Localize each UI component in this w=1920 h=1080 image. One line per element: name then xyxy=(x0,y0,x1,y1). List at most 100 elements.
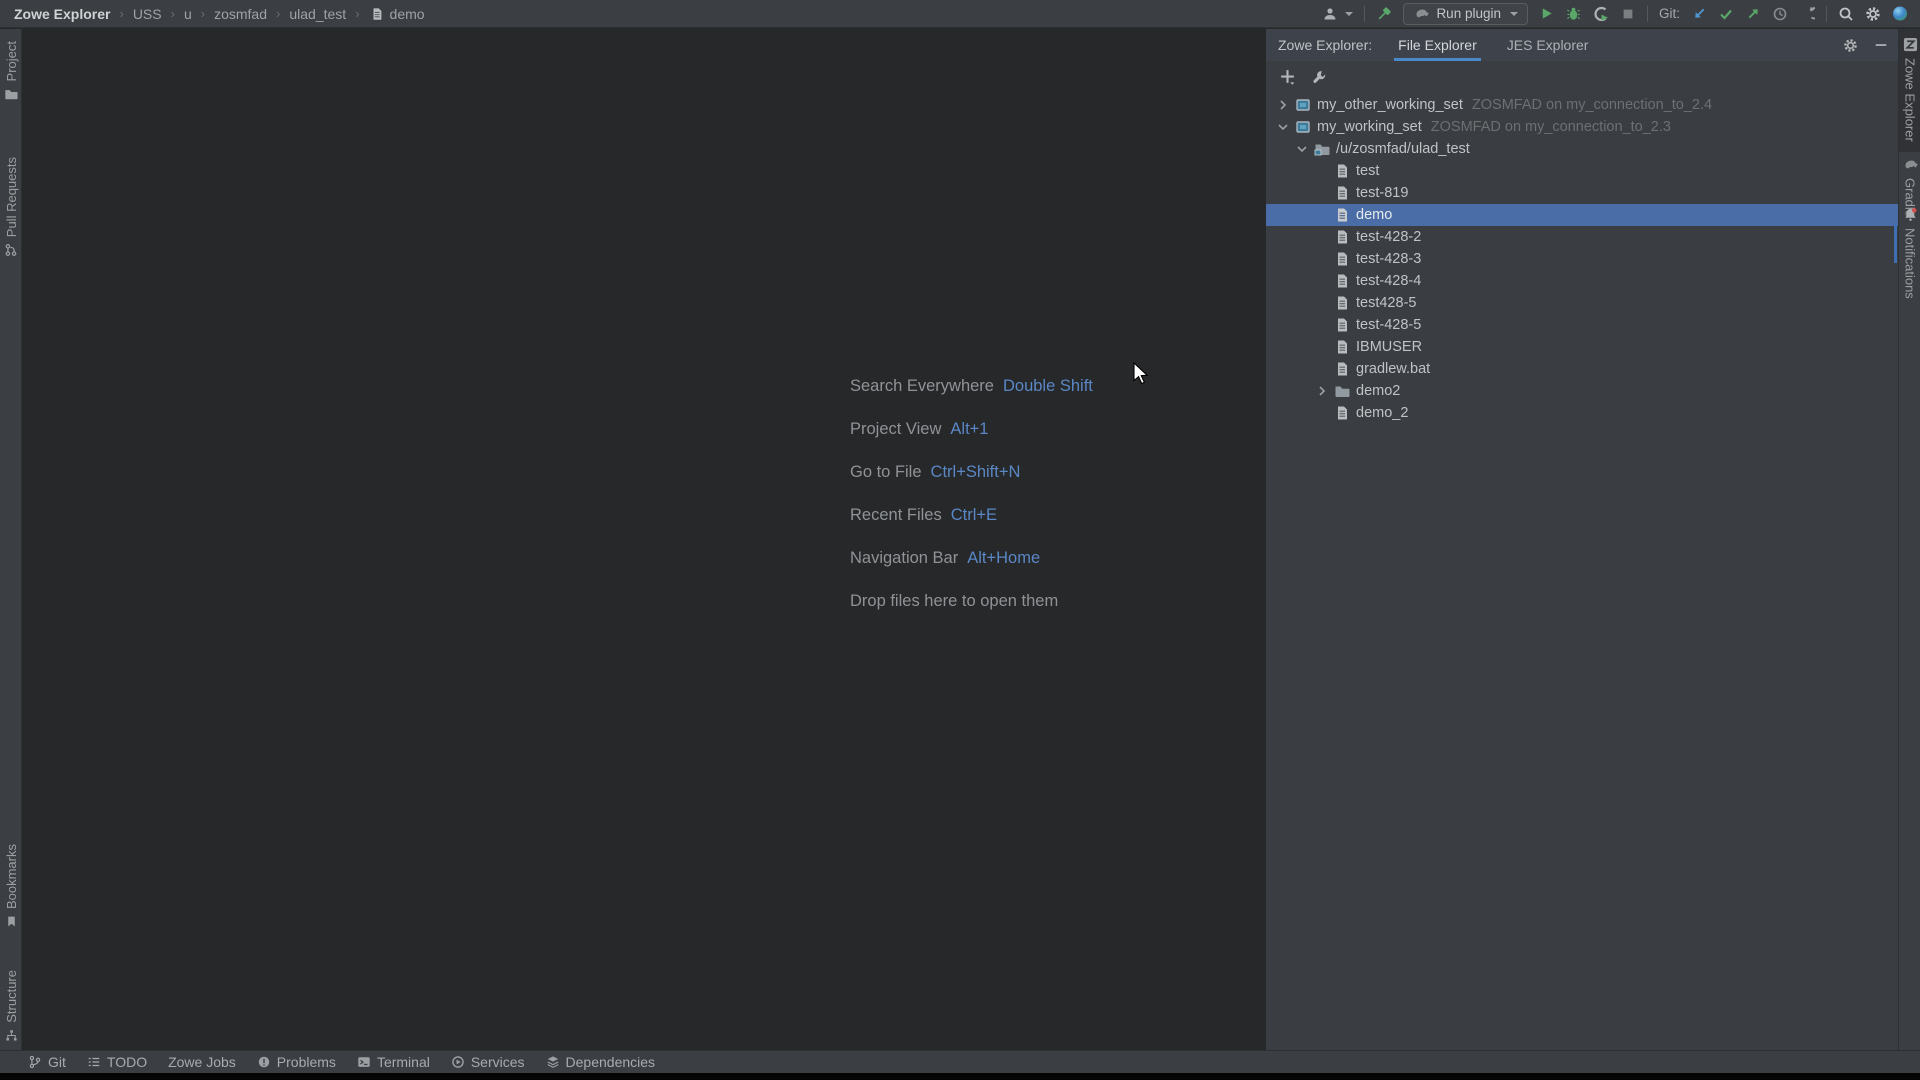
stripe-button-bookmarks[interactable]: Bookmarks xyxy=(0,844,22,928)
stripe-button-pull-requests[interactable]: Pull Requests xyxy=(0,157,22,257)
structure-icon xyxy=(5,1029,18,1042)
breadcrumb-item-file[interactable]: demo xyxy=(369,6,425,22)
profiler-icon[interactable] xyxy=(1593,6,1609,22)
add-icon[interactable] xyxy=(1279,68,1296,85)
tree-row[interactable]: test-428-2 xyxy=(1266,226,1898,248)
chevron-placeholder xyxy=(1313,251,1330,267)
tree-row[interactable]: test-428-3 xyxy=(1266,248,1898,270)
services-icon xyxy=(451,1055,465,1069)
file-icon xyxy=(1334,361,1350,377)
run-configuration-label: Run plugin xyxy=(1436,6,1501,21)
build-hammer-icon[interactable] xyxy=(1376,6,1392,22)
breadcrumb-item[interactable]: u xyxy=(184,6,192,22)
toolwindow-button-terminal[interactable]: Terminal xyxy=(357,1054,430,1070)
breadcrumb-item[interactable]: USS xyxy=(133,6,162,22)
tree-row[interactable]: IBMUSER xyxy=(1266,336,1898,358)
panel-settings-gear-icon[interactable] xyxy=(1843,38,1858,53)
tree-row[interactable]: my_working_set ZOSMFAD on my_connection_… xyxy=(1266,116,1898,138)
stripe-label: Project xyxy=(4,41,19,81)
breadcrumb-separator: › xyxy=(171,6,175,21)
toolwindow-button-label: Problems xyxy=(277,1054,336,1070)
tree-row[interactable]: demo2 xyxy=(1266,380,1898,402)
toolwindow-button-label: Services xyxy=(471,1054,525,1070)
gradle-icon xyxy=(1413,6,1429,22)
chevron-down-icon[interactable] xyxy=(1293,141,1310,157)
tree-row[interactable]: /u/zosmfad/ulad_test xyxy=(1266,138,1898,160)
toolwindow-button-label: Dependencies xyxy=(566,1054,656,1070)
tree-row[interactable]: test xyxy=(1266,160,1898,182)
breadcrumb-item[interactable]: ulad_test xyxy=(289,6,346,22)
tree-item-label: IBMUSER xyxy=(1356,339,1422,355)
breadcrumb-separator: › xyxy=(355,6,359,21)
stop-icon[interactable] xyxy=(1620,6,1636,22)
run-configuration-select[interactable]: Run plugin xyxy=(1403,3,1528,25)
tree-item-label: test-428-3 xyxy=(1356,251,1421,267)
editor-empty-area[interactable]: Search Everywhere Double Shift Project V… xyxy=(23,29,1265,1050)
tree-item-label: demo_2 xyxy=(1356,405,1408,421)
search-icon[interactable] xyxy=(1838,6,1854,22)
git-push-icon[interactable] xyxy=(1745,6,1761,22)
bell-icon xyxy=(1903,207,1918,222)
terminal-icon xyxy=(357,1055,371,1069)
tree-row[interactable]: gradlew.bat xyxy=(1266,358,1898,380)
chevron-right-icon[interactable] xyxy=(1313,383,1330,399)
explorer-toolbar xyxy=(1266,61,1898,92)
tree-row[interactable]: test-428-5 xyxy=(1266,314,1898,336)
toolwindow-button-zowe-jobs[interactable]: Zowe Jobs xyxy=(168,1054,236,1070)
chevron-down-icon[interactable] xyxy=(1274,119,1291,135)
breadcrumb-item-label: demo xyxy=(390,6,425,22)
file-icon xyxy=(1334,273,1350,289)
breadcrumb-item[interactable]: Zowe Explorer xyxy=(14,6,110,22)
project-folder-icon xyxy=(4,87,18,101)
tab-file-explorer[interactable]: File Explorer xyxy=(1398,29,1477,61)
tree-row[interactable]: test-428-4 xyxy=(1266,270,1898,292)
toolbar-separator xyxy=(1647,6,1648,22)
history-icon[interactable] xyxy=(1772,6,1788,22)
chevron-down-icon[interactable] xyxy=(1345,12,1353,16)
toolwindow-button-problems[interactable]: Problems xyxy=(257,1054,336,1070)
shortcut-keys: Alt+1 xyxy=(950,420,988,439)
stripe-button-notifications[interactable]: Notifications xyxy=(1899,207,1920,299)
tab-jes-explorer[interactable]: JES Explorer xyxy=(1507,29,1589,61)
stripe-button-project[interactable]: Project xyxy=(0,41,22,101)
toolwindow-button-todo[interactable]: TODO xyxy=(87,1054,147,1070)
shortcut-label: Navigation Bar xyxy=(850,549,958,568)
tree-row[interactable]: demo_2 xyxy=(1266,402,1898,424)
tree-item-label: test-428-5 xyxy=(1356,317,1421,333)
chevron-right-icon[interactable] xyxy=(1274,97,1291,113)
git-update-icon[interactable] xyxy=(1691,6,1707,22)
tree-row[interactable]: my_other_working_set ZOSMFAD on my_conne… xyxy=(1266,94,1898,116)
user-account-icon[interactable] xyxy=(1322,6,1338,22)
toolwindow-button-services[interactable]: Services xyxy=(451,1054,525,1070)
shortcut-keys: Double Shift xyxy=(1003,377,1093,396)
toolwindow-button-dependencies[interactable]: Dependencies xyxy=(546,1054,656,1070)
git-commit-icon[interactable] xyxy=(1718,6,1734,22)
debug-icon[interactable] xyxy=(1566,6,1582,22)
shortcut-keys: Ctrl+Shift+N xyxy=(931,463,1021,482)
minimize-icon[interactable] xyxy=(1874,38,1888,52)
toolwindow-button-git[interactable]: Git xyxy=(28,1054,66,1070)
tree-row-selected[interactable]: demo xyxy=(1266,204,1898,226)
rollback-icon[interactable] xyxy=(1799,6,1815,22)
mouse-cursor xyxy=(1132,362,1152,388)
file-icon xyxy=(369,6,385,22)
scrollbar-thumb[interactable] xyxy=(1894,223,1897,263)
tree-row[interactable]: test-819 xyxy=(1266,182,1898,204)
run-icon[interactable] xyxy=(1539,6,1555,22)
main-toolbar: Zowe Explorer › USS › u › zosmfad › ulad… xyxy=(0,0,1920,28)
chevron-placeholder xyxy=(1313,163,1330,179)
bottom-tool-window-bar: Git TODO Zowe Jobs Problems Terminal xyxy=(0,1050,1920,1073)
wrench-icon[interactable] xyxy=(1311,69,1327,85)
chevron-placeholder xyxy=(1313,207,1330,223)
todo-list-icon xyxy=(87,1055,101,1069)
stripe-button-structure[interactable]: Structure xyxy=(0,970,22,1042)
profile-sphere-icon[interactable] xyxy=(1892,6,1908,22)
tool-window-title: Zowe Explorer: xyxy=(1278,37,1372,53)
tree-item-label: test-428-2 xyxy=(1356,229,1421,245)
breadcrumb-item[interactable]: zosmfad xyxy=(214,6,267,22)
stripe-button-zowe-explorer[interactable]: Zowe Explorer xyxy=(1899,29,1920,152)
tree-row[interactable]: test428-5 xyxy=(1266,292,1898,314)
tree-item-label: test428-5 xyxy=(1356,295,1416,311)
gradle-icon xyxy=(1903,157,1918,172)
settings-gear-icon[interactable] xyxy=(1865,6,1881,22)
